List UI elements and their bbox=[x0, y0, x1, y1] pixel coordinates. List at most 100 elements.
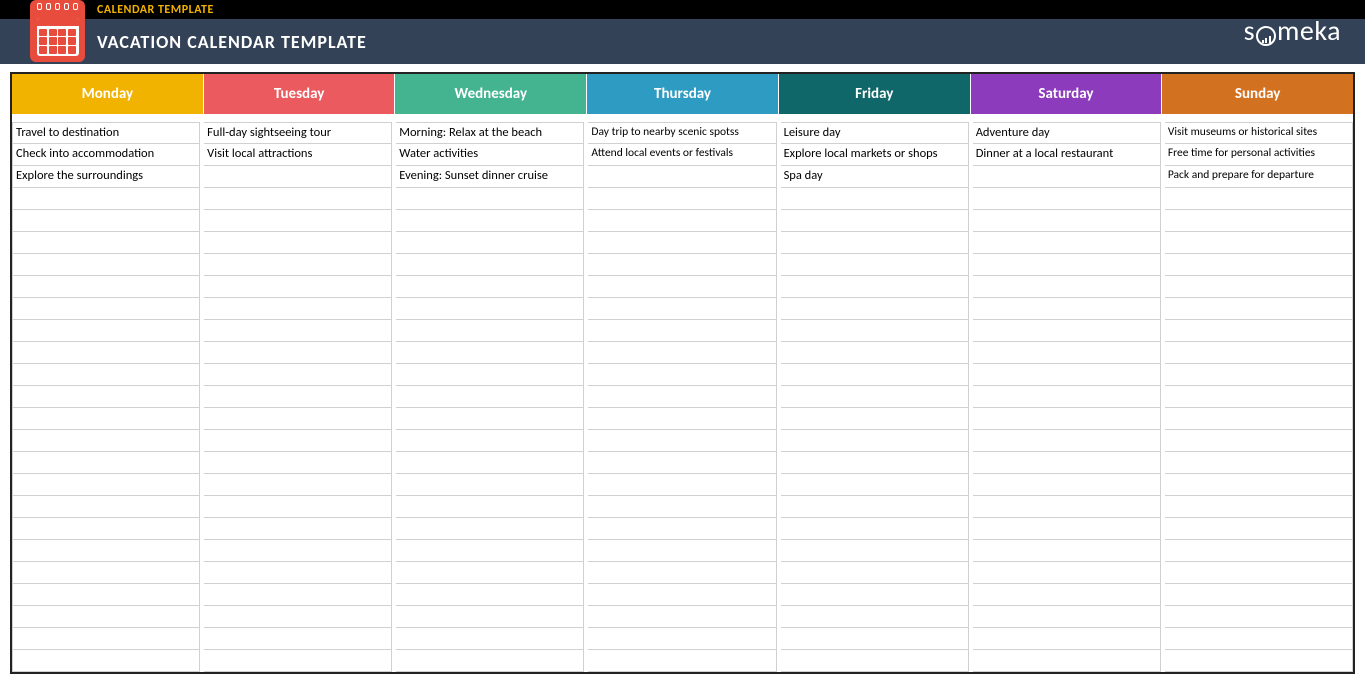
calendar-cell[interactable] bbox=[204, 584, 392, 606]
calendar-cell[interactable] bbox=[1165, 254, 1353, 276]
calendar-cell[interactable] bbox=[204, 210, 392, 232]
calendar-cell[interactable] bbox=[781, 254, 969, 276]
calendar-cell[interactable] bbox=[396, 474, 584, 496]
calendar-cell[interactable] bbox=[973, 650, 1161, 672]
calendar-cell[interactable] bbox=[396, 276, 584, 298]
calendar-cell[interactable] bbox=[12, 606, 200, 628]
calendar-cell[interactable] bbox=[1165, 276, 1353, 298]
calendar-cell[interactable] bbox=[973, 408, 1161, 430]
calendar-cell[interactable] bbox=[12, 540, 200, 562]
calendar-cell[interactable] bbox=[396, 386, 584, 408]
calendar-cell[interactable] bbox=[781, 364, 969, 386]
calendar-cell[interactable] bbox=[396, 188, 584, 210]
calendar-cell[interactable] bbox=[1165, 540, 1353, 562]
calendar-cell[interactable] bbox=[1165, 210, 1353, 232]
calendar-cell[interactable] bbox=[781, 210, 969, 232]
calendar-cell[interactable] bbox=[396, 210, 584, 232]
calendar-cell[interactable] bbox=[973, 254, 1161, 276]
calendar-cell[interactable] bbox=[1165, 606, 1353, 628]
calendar-cell[interactable] bbox=[396, 298, 584, 320]
calendar-cell[interactable] bbox=[973, 364, 1161, 386]
calendar-cell[interactable] bbox=[204, 166, 392, 188]
calendar-cell[interactable] bbox=[588, 606, 776, 628]
calendar-cell[interactable] bbox=[973, 188, 1161, 210]
calendar-cell[interactable] bbox=[973, 540, 1161, 562]
calendar-cell[interactable] bbox=[12, 386, 200, 408]
calendar-cell[interactable]: Explore the surroundings bbox=[12, 166, 200, 188]
calendar-cell[interactable] bbox=[12, 320, 200, 342]
calendar-cell[interactable] bbox=[973, 232, 1161, 254]
calendar-cell[interactable] bbox=[1165, 342, 1353, 364]
calendar-cell[interactable] bbox=[12, 276, 200, 298]
calendar-cell[interactable] bbox=[588, 650, 776, 672]
calendar-cell[interactable] bbox=[396, 496, 584, 518]
calendar-cell[interactable]: Dinner at a local restaurant bbox=[973, 144, 1161, 166]
calendar-cell[interactable] bbox=[588, 584, 776, 606]
calendar-cell[interactable] bbox=[396, 232, 584, 254]
calendar-cell[interactable] bbox=[588, 518, 776, 540]
calendar-cell[interactable] bbox=[204, 232, 392, 254]
calendar-cell[interactable] bbox=[973, 298, 1161, 320]
calendar-cell[interactable] bbox=[781, 430, 969, 452]
calendar-cell[interactable] bbox=[396, 364, 584, 386]
calendar-cell[interactable] bbox=[588, 320, 776, 342]
calendar-cell[interactable] bbox=[781, 606, 969, 628]
calendar-cell[interactable] bbox=[204, 562, 392, 584]
calendar-cell[interactable] bbox=[781, 188, 969, 210]
calendar-cell[interactable]: Check into accommodation bbox=[12, 144, 200, 166]
calendar-cell[interactable] bbox=[588, 628, 776, 650]
calendar-cell[interactable] bbox=[396, 408, 584, 430]
calendar-cell[interactable]: Morning: Relax at the beach bbox=[396, 122, 584, 144]
calendar-cell[interactable] bbox=[12, 232, 200, 254]
calendar-cell[interactable] bbox=[1165, 518, 1353, 540]
calendar-cell[interactable] bbox=[12, 518, 200, 540]
calendar-cell[interactable] bbox=[588, 298, 776, 320]
calendar-cell[interactable] bbox=[781, 452, 969, 474]
calendar-cell[interactable] bbox=[396, 606, 584, 628]
calendar-cell[interactable] bbox=[396, 342, 584, 364]
calendar-cell[interactable] bbox=[1165, 430, 1353, 452]
calendar-cell[interactable] bbox=[1165, 188, 1353, 210]
calendar-cell[interactable] bbox=[204, 628, 392, 650]
calendar-cell[interactable] bbox=[973, 584, 1161, 606]
calendar-cell[interactable] bbox=[588, 342, 776, 364]
calendar-cell[interactable] bbox=[781, 320, 969, 342]
calendar-cell[interactable] bbox=[204, 540, 392, 562]
calendar-cell[interactable] bbox=[204, 430, 392, 452]
calendar-cell[interactable] bbox=[781, 562, 969, 584]
calendar-cell[interactable] bbox=[204, 254, 392, 276]
calendar-cell[interactable] bbox=[12, 188, 200, 210]
calendar-cell[interactable] bbox=[204, 320, 392, 342]
calendar-cell[interactable] bbox=[1165, 232, 1353, 254]
calendar-cell[interactable] bbox=[204, 496, 392, 518]
calendar-cell[interactable] bbox=[396, 452, 584, 474]
calendar-cell[interactable] bbox=[781, 408, 969, 430]
calendar-cell[interactable] bbox=[588, 166, 776, 188]
calendar-cell[interactable] bbox=[973, 628, 1161, 650]
calendar-cell[interactable] bbox=[973, 386, 1161, 408]
calendar-cell[interactable] bbox=[204, 342, 392, 364]
calendar-cell[interactable] bbox=[781, 474, 969, 496]
calendar-cell[interactable] bbox=[396, 430, 584, 452]
calendar-cell[interactable] bbox=[12, 342, 200, 364]
calendar-cell[interactable] bbox=[781, 584, 969, 606]
calendar-cell[interactable] bbox=[588, 496, 776, 518]
calendar-cell[interactable]: Free time for personal activities bbox=[1165, 144, 1353, 166]
calendar-cell[interactable] bbox=[781, 496, 969, 518]
calendar-cell[interactable] bbox=[1165, 386, 1353, 408]
calendar-cell[interactable] bbox=[781, 540, 969, 562]
calendar-cell[interactable] bbox=[973, 562, 1161, 584]
calendar-cell[interactable] bbox=[204, 408, 392, 430]
calendar-cell[interactable]: Water activities bbox=[396, 144, 584, 166]
calendar-cell[interactable] bbox=[1165, 320, 1353, 342]
calendar-cell[interactable] bbox=[12, 650, 200, 672]
calendar-cell[interactable] bbox=[396, 628, 584, 650]
calendar-cell[interactable]: Pack and prepare for departure bbox=[1165, 166, 1353, 188]
calendar-cell[interactable]: Adventure day bbox=[973, 122, 1161, 144]
calendar-cell[interactable] bbox=[781, 518, 969, 540]
calendar-cell[interactable] bbox=[781, 650, 969, 672]
calendar-cell[interactable]: Visit museums or historical sites bbox=[1165, 122, 1353, 144]
calendar-cell[interactable] bbox=[396, 562, 584, 584]
calendar-cell[interactable] bbox=[1165, 452, 1353, 474]
calendar-cell[interactable] bbox=[396, 650, 584, 672]
